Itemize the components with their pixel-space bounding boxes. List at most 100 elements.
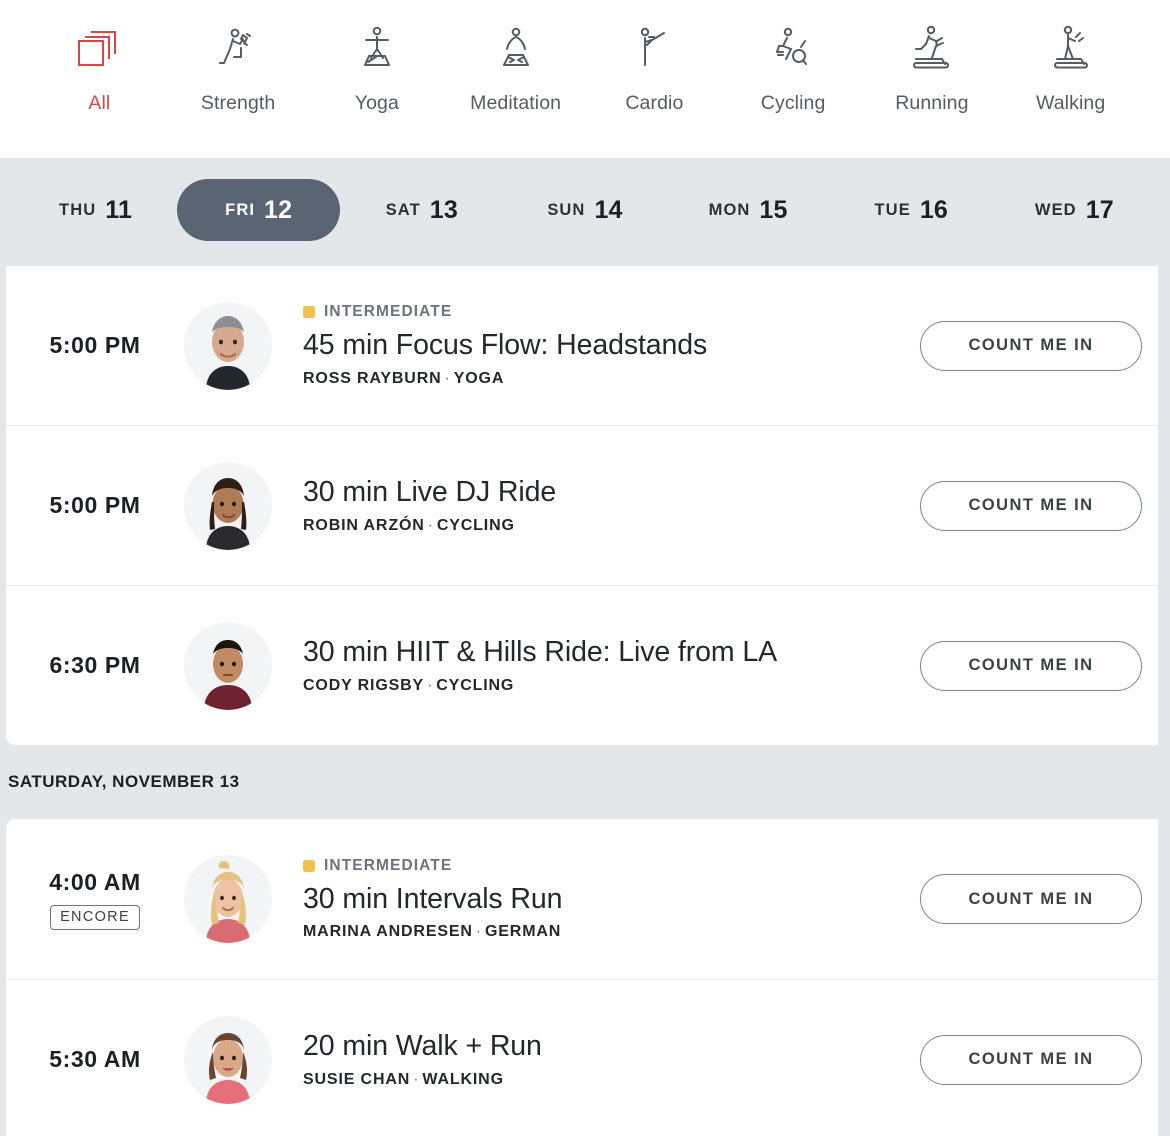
- yoga-icon: [346, 18, 408, 80]
- date-dow: FRI: [225, 200, 256, 219]
- instructor-name: ROBIN ARZÓN: [303, 516, 425, 534]
- date-dow: MON: [708, 200, 751, 219]
- category-tab-yoga[interactable]: Yoga: [308, 12, 447, 115]
- meta-separator: ·: [444, 369, 451, 387]
- class-title[interactable]: 30 min HIIT & Hills Ride: Live from LA: [303, 636, 900, 670]
- category-label: Yoga: [354, 92, 399, 114]
- count-me-in-button[interactable]: COUNT ME IN: [920, 480, 1142, 531]
- class-row[interactable]: 6:30 PM 30 min HIIT & Hills Ride: Live f…: [6, 585, 1164, 745]
- class-meta: ROSS RAYBURN · YOGA: [303, 370, 900, 388]
- date-selector: THU 11 FRI 12 SAT 13 SUN 14 MON 15 TUE 1…: [0, 158, 1170, 262]
- date-dow: SUN: [547, 200, 586, 219]
- date-pill-thu-11[interactable]: THU 11: [14, 179, 177, 241]
- class-info: 30 min HIIT & Hills Ride: Live from LA C…: [272, 636, 900, 695]
- class-row[interactable]: 5:00 PM: [6, 265, 1164, 425]
- instructor-name: MARINA ANDRESEN: [303, 923, 473, 941]
- class-time: 6:30 PM: [49, 652, 141, 678]
- class-time: 5:30 AM: [49, 1046, 141, 1072]
- date-pill-tue-16[interactable]: TUE 16: [830, 179, 993, 241]
- instructor-name: SUSIE CHAN: [303, 1070, 411, 1088]
- cardio-icon: [623, 18, 685, 80]
- difficulty-dot: [303, 859, 315, 872]
- category-tab-meditation[interactable]: Meditation: [446, 12, 585, 115]
- instructor-avatar: [184, 461, 272, 550]
- class-info: INTERMEDIATE 30 min Intervals Run MARINA…: [272, 857, 900, 942]
- count-me-in-button[interactable]: COUNT ME IN: [920, 640, 1142, 691]
- category-tab-strength[interactable]: Strength: [169, 12, 308, 115]
- class-time: 5:00 PM: [49, 332, 141, 358]
- date-num: 11: [105, 195, 133, 224]
- count-me-in-button[interactable]: COUNT ME IN: [920, 320, 1142, 371]
- count-me-in-button[interactable]: COUNT ME IN: [920, 1034, 1142, 1085]
- date-pill-sun-14[interactable]: SUN 14: [503, 179, 666, 241]
- meta-separator: ·: [427, 676, 434, 694]
- class-row[interactable]: 5:00 PM: [6, 425, 1164, 585]
- discipline-name: YOGA: [453, 369, 505, 387]
- category-label: Cardio: [625, 92, 684, 114]
- difficulty-badge: INTERMEDIATE: [303, 857, 900, 875]
- category-tab-walking[interactable]: Walking: [1001, 12, 1140, 115]
- discipline-name: GERMAN: [484, 923, 562, 941]
- discipline-name: WALKING: [422, 1070, 504, 1088]
- count-me-in-button[interactable]: COUNT ME IN: [920, 874, 1142, 924]
- category-tab-running[interactable]: Running: [863, 12, 1002, 115]
- date-pill-sat-13[interactable]: SAT 13: [340, 179, 503, 241]
- class-time: 5:00 PM: [49, 492, 141, 518]
- stack-icon: [68, 18, 130, 80]
- class-time-column: 4:00 AM ENCORE: [6, 869, 184, 930]
- category-tab-cycling[interactable]: Cycling: [724, 12, 863, 115]
- schedule-card-saturday: 4:00 AM ENCORE INTERMEDIATE 30 min Inter…: [6, 819, 1164, 1136]
- date-num: 15: [759, 195, 788, 224]
- instructor-avatar: [184, 301, 272, 390]
- class-meta: MARINA ANDRESEN · GERMAN: [303, 923, 900, 941]
- difficulty-dot: [303, 306, 315, 319]
- class-time-column: 5:00 PM: [6, 332, 184, 359]
- discipline-name: CYCLING: [436, 516, 515, 534]
- class-title[interactable]: 30 min Intervals Run: [303, 883, 900, 917]
- date-pill-mon-15[interactable]: MON 15: [667, 179, 830, 241]
- category-label: Walking: [1035, 92, 1106, 114]
- cycling-icon: [762, 18, 824, 80]
- schedule-list[interactable]: 5:00 PM INTERMEDIATE 45 min Focus Flow: …: [0, 262, 1170, 1136]
- meta-separator: ·: [475, 923, 482, 941]
- category-tab-all[interactable]: All: [30, 12, 169, 115]
- date-num: 13: [429, 195, 458, 224]
- date-dow: WED: [1034, 200, 1077, 219]
- class-title[interactable]: 45 min Focus Flow: Headstands: [303, 329, 900, 363]
- category-nav: All Strength Yoga Meditation Cardio Cycl…: [0, 0, 1170, 158]
- date-pill-wed-17[interactable]: WED 17: [993, 179, 1156, 241]
- section-header-saturday: SATURDAY, NOVEMBER 13: [8, 772, 240, 791]
- class-time: 4:00 AM: [49, 868, 141, 895]
- date-num: 12: [264, 195, 293, 224]
- class-time-column: 5:30 AM: [6, 1046, 184, 1073]
- category-tab-cardio[interactable]: Cardio: [585, 12, 724, 115]
- meta-separator: ·: [427, 516, 434, 534]
- instructor-name: ROSS RAYBURN: [303, 369, 442, 387]
- date-pill-fri-12[interactable]: FRI 12: [177, 179, 341, 241]
- class-info: 30 min Live DJ Ride ROBIN ARZÓN · CYCLING: [272, 476, 900, 535]
- class-meta: CODY RIGSBY · CYCLING: [303, 677, 900, 695]
- vertical-scrollbar[interactable]: [1158, 262, 1170, 1136]
- difficulty-label: INTERMEDIATE: [324, 303, 453, 321]
- difficulty-badge: INTERMEDIATE: [303, 303, 900, 321]
- class-title[interactable]: 30 min Live DJ Ride: [303, 476, 900, 510]
- encore-badge: ENCORE: [50, 904, 140, 930]
- class-title[interactable]: 20 min Walk + Run: [303, 1030, 900, 1064]
- class-meta: ROBIN ARZÓN · CYCLING: [303, 517, 900, 535]
- running-icon: [901, 18, 963, 80]
- class-row[interactable]: 4:00 AM ENCORE INTERMEDIATE 30 min Inter…: [6, 819, 1164, 979]
- category-label: Meditation: [470, 92, 562, 114]
- class-info: 20 min Walk + Run SUSIE CHAN · WALKING: [272, 1030, 900, 1089]
- category-label: Running: [895, 92, 969, 114]
- strength-icon: [207, 18, 269, 80]
- date-dow: TUE: [874, 200, 911, 219]
- walking-icon: [1040, 18, 1102, 80]
- instructor-name: CODY RIGSBY: [303, 676, 425, 694]
- class-row[interactable]: 5:30 AM 20 min Walk + Run SUSIE CHAN · W…: [6, 979, 1164, 1136]
- instructor-avatar: [184, 621, 272, 710]
- class-meta: SUSIE CHAN · WALKING: [303, 1071, 900, 1089]
- date-num: 17: [1085, 195, 1114, 224]
- date-dow: THU: [59, 200, 97, 219]
- date-num: 16: [919, 195, 949, 224]
- discipline-name: CYCLING: [436, 676, 515, 694]
